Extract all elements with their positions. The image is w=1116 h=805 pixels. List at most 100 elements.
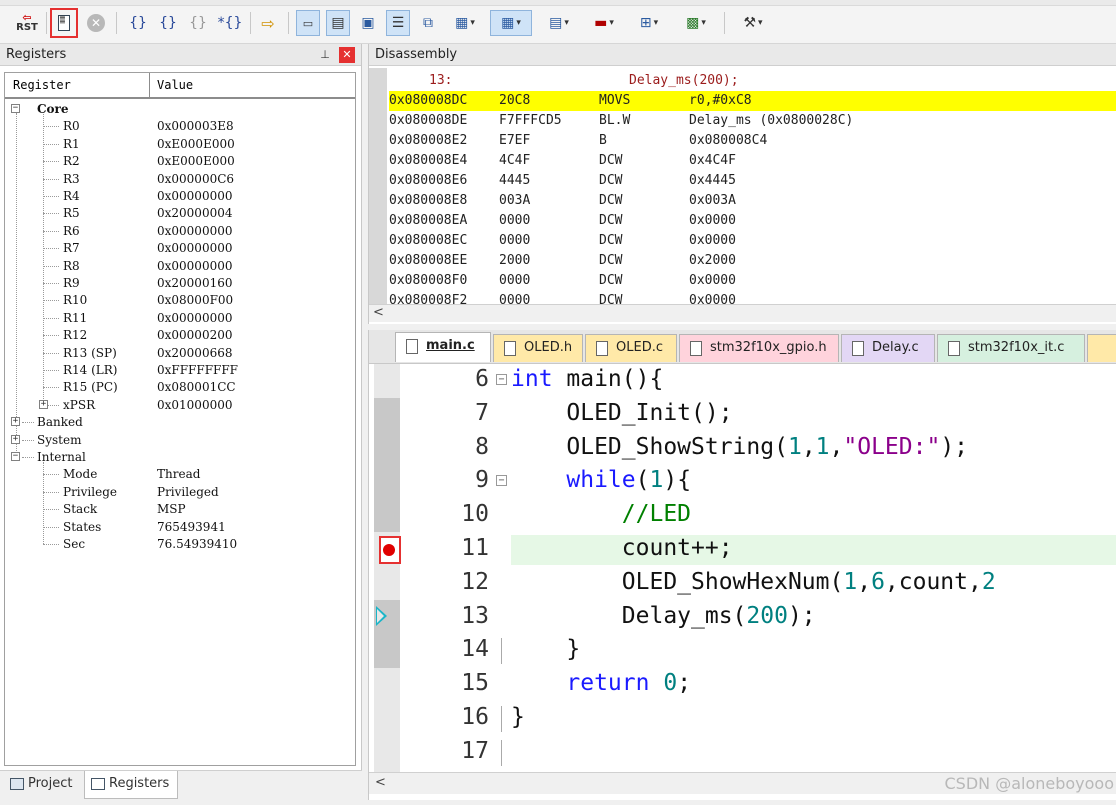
internal-value[interactable]: MSP [157,502,186,516]
collapse-icon[interactable]: − [11,452,20,461]
expand-icon[interactable]: + [11,434,20,444]
collapse-icon[interactable]: − [11,104,20,113]
disassembly-row[interactable]: 0x080008EC 0000 DCW 0x0000 [389,231,1116,251]
internal-row[interactable]: States 765493941 [5,519,355,536]
code-line[interactable]: 8 OLED_ShowString(1,1,"OLED:"); [369,432,1116,466]
register-value[interactable]: 0x00000000 [157,259,232,273]
pin-icon[interactable]: ⊥ [317,47,333,63]
disassembly-row[interactable]: 0x080008E8 003A DCW 0x003A [389,191,1116,211]
internal-row[interactable]: Stack MSP [5,501,355,518]
tab-overflow[interactable] [1087,334,1116,362]
register-value[interactable]: 0x20000668 [157,346,232,360]
stop-button[interactable]: ✕ [84,10,108,36]
disassembly-source-line[interactable]: 13: Delay_ms(200); [389,71,1116,91]
disassembly-row[interactable]: 0x080008DE F7FFFCD5 BL.W Delay_ms (0x080002… [389,111,1116,131]
symbols-window-toggle[interactable]: ▣ [356,10,380,36]
register-row[interactable]: R7 0x00000000 [5,240,355,257]
register-row[interactable]: R12 0x00000200 [5,327,355,344]
toolbox-dropdown[interactable]: ⚒ [732,10,774,36]
register-value[interactable]: 0x000003E8 [157,119,234,133]
register-value[interactable]: 0x00000200 [157,328,232,342]
step-over-button[interactable]: {} [156,10,180,36]
code-line[interactable]: 11 count++; [369,533,1116,567]
expand-icon[interactable]: + [39,399,48,409]
disassembly-row[interactable]: 0x080008EE 2000 DCW 0x2000 [389,251,1116,271]
tab-oled-h[interactable]: OLED.h [493,334,583,362]
tab-stm32f10x-it-c[interactable]: stm32f10x_it.c [937,334,1085,362]
step-out-button[interactable]: {} [186,10,210,36]
disassembly-row[interactable]: 0x080008E2 E7EF B 0x080008C4 [389,131,1116,151]
disassembly-window-toggle[interactable]: ▤ [326,10,350,36]
register-row[interactable]: R11 0x00000000 [5,310,355,327]
register-row[interactable]: R9 0x20000160 [5,275,355,292]
register-row[interactable]: R13 (SP) 0x20000668 [5,345,355,362]
internal-value[interactable]: Thread [157,467,200,481]
disassembly-row[interactable]: 0x080008EA 0000 DCW 0x0000 [389,211,1116,231]
register-value[interactable]: 0x000000C6 [157,172,234,186]
memory-windows-dropdown[interactable]: ▦ [490,10,532,36]
serial-windows-dropdown[interactable]: ▤ [540,10,578,36]
register-value[interactable]: 0x080001CC [157,380,236,394]
register-value[interactable]: 0x20000004 [157,206,232,220]
watch-windows-dropdown[interactable]: ▦ [446,10,484,36]
command-window-button[interactable]: ≡ ≡ [50,8,78,38]
code-line[interactable]: 16} [369,702,1116,736]
register-row[interactable]: R4 0x00000000 [5,188,355,205]
expand-icon[interactable]: + [11,417,20,427]
code-line[interactable]: 10 //LED [369,499,1116,533]
register-value[interactable]: 0x00000000 [157,311,232,325]
code-line[interactable]: 17 [369,736,1116,770]
code-line[interactable]: 14 } [369,634,1116,668]
reset-button[interactable]: ⇦ RST [14,10,40,36]
register-row[interactable]: R6 0x00000000 [5,223,355,240]
internal-value[interactable]: 76.54939410 [157,537,237,551]
tab-oled-c[interactable]: OLED.c [585,334,677,362]
tree-node-system[interactable]: + System [5,432,355,449]
register-row[interactable]: R14 (LR) 0xFFFFFFFF [5,362,355,379]
internal-value[interactable]: Privileged [157,485,219,499]
register-row[interactable]: + xPSR 0x01000000 [5,397,355,414]
register-row[interactable]: R2 0xE000E000 [5,153,355,170]
command-window-toggle[interactable]: ▭ [296,10,320,36]
register-value[interactable]: 0xE000E000 [157,154,235,168]
disassembly-gutter[interactable] [369,68,387,304]
register-value[interactable]: 0x00000000 [157,189,232,203]
scroll-left-icon[interactable]: < [373,305,384,320]
register-value[interactable]: 0xE000E000 [157,137,235,151]
register-value[interactable]: 0x20000160 [157,276,232,290]
tree-node-banked[interactable]: + Banked [5,414,355,431]
register-value[interactable]: 0x01000000 [157,398,232,412]
trace-windows-dropdown[interactable]: ⊞ [630,10,668,36]
system-viewer-dropdown[interactable]: ▩ [676,10,716,36]
register-row[interactable]: R15 (PC) 0x080001CC [5,379,355,396]
code-line[interactable]: 7 OLED_Init(); [369,398,1116,432]
tab-registers[interactable]: Registers [84,771,178,799]
fold-toggle-icon[interactable]: − [496,374,507,385]
step-button[interactable]: {} [126,10,150,36]
show-next-statement-button[interactable]: ⇨ [256,10,280,36]
disassembly-row[interactable]: 0x080008DC 20C8 MOVS r0,#0xC8 [389,91,1116,111]
breakpoint-marker[interactable] [379,536,401,564]
analysis-windows-dropdown[interactable]: ▬ [584,10,624,36]
register-value[interactable]: 0xFFFFFFFF [157,363,238,377]
register-row[interactable]: R1 0xE000E000 [5,136,355,153]
code-line[interactable]: 12 OLED_ShowHexNum(1,6,count,2 [369,567,1116,601]
register-row[interactable]: R10 0x08000F00 [5,292,355,309]
register-row[interactable]: R5 0x20000004 [5,205,355,222]
tab-main-c[interactable]: main.c [395,332,491,362]
scroll-left-icon[interactable]: < [375,775,386,790]
register-row[interactable]: R0 0x000003E8 [5,118,355,135]
register-row[interactable]: R3 0x000000C6 [5,171,355,188]
internal-value[interactable]: 765493941 [157,520,226,534]
internal-row[interactable]: Sec 76.54939410 [5,536,355,553]
close-icon[interactable]: ✕ [339,47,355,63]
fold-toggle-icon[interactable]: − [496,475,507,487]
call-stack-window-toggle[interactable]: ⧉ [416,10,440,36]
disassembly-row[interactable]: 0x080008E6 4445 DCW 0x4445 [389,171,1116,191]
internal-row[interactable]: Privilege Privileged [5,484,355,501]
column-divider[interactable] [149,73,150,97]
register-value[interactable]: 0x00000000 [157,241,232,255]
code-line[interactable]: 9− while(1){ [369,465,1116,499]
tree-node-core[interactable]: − Core [5,101,355,118]
tab-stm32f10x-gpio-h[interactable]: stm32f10x_gpio.h [679,334,839,362]
